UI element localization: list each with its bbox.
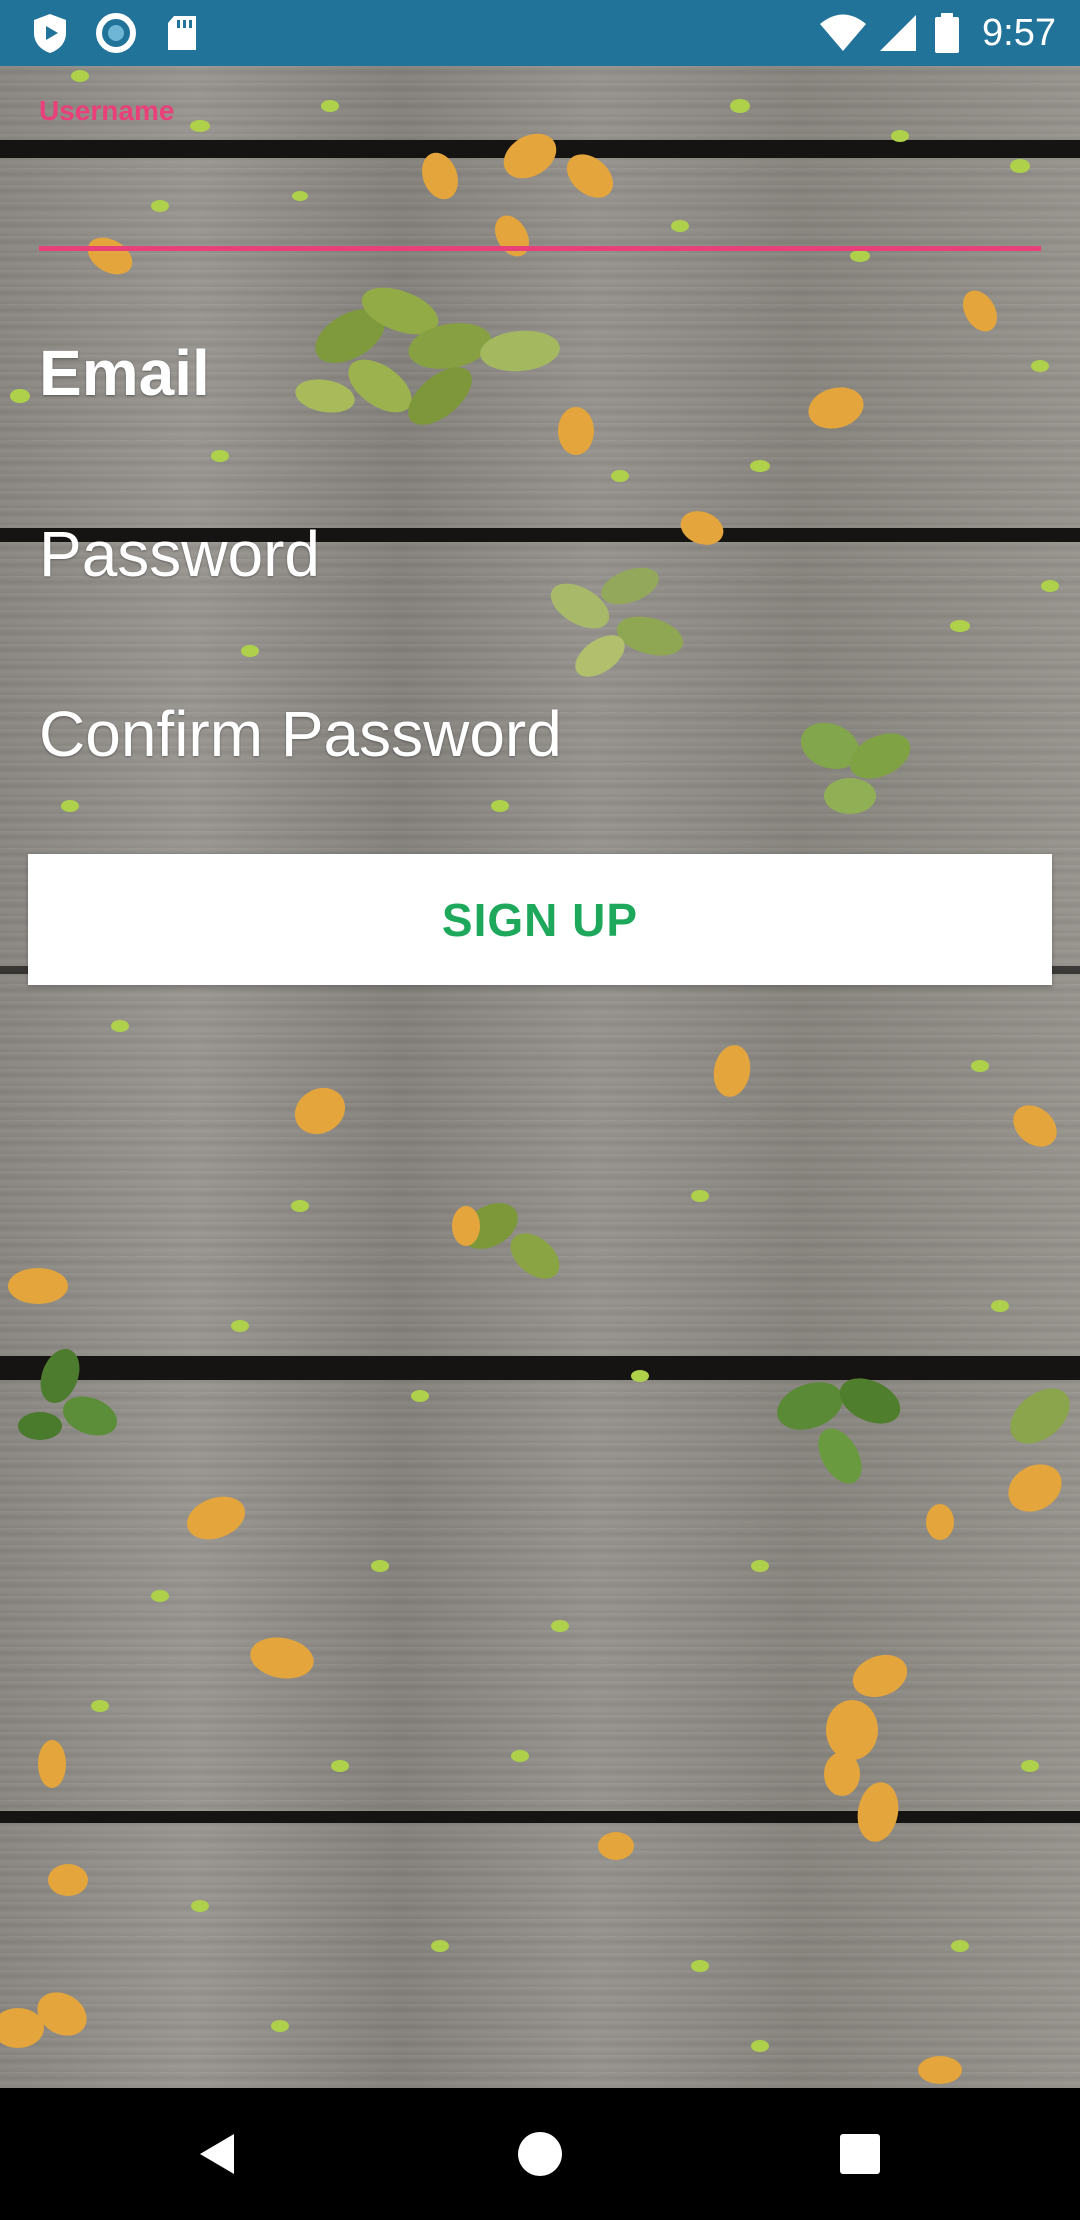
sd-card-icon [168,16,196,50]
wifi-icon [820,14,866,51]
status-bar: 9:57 [0,0,1080,66]
plant-cluster [800,722,911,814]
email-input[interactable]: Email [39,336,210,410]
circle-sync-icon [96,13,136,53]
clock: 9:57 [982,12,1056,54]
confirm-password-input[interactable]: Confirm Password [39,697,562,771]
battery-icon [935,13,959,53]
navigation-bar [0,2088,1080,2220]
username-underline [39,246,1041,251]
play-protect-icon [34,14,66,53]
username-input[interactable] [39,170,1041,230]
sign-up-button[interactable]: SIGN UP [28,854,1052,985]
home-icon[interactable] [510,2124,570,2184]
password-input[interactable]: Password [39,517,320,591]
plant-cluster [550,567,684,677]
plant-cluster [18,1348,118,1440]
scattered-orange-leaves [0,133,1062,2084]
plant-cluster [295,287,560,425]
signal-icon [880,15,916,51]
back-icon[interactable] [190,2124,250,2184]
recents-icon[interactable] [830,2124,890,2184]
screen: 9:57 Username Email Password Confirm Pas… [0,0,1080,2220]
username-label: Username [39,95,175,126]
